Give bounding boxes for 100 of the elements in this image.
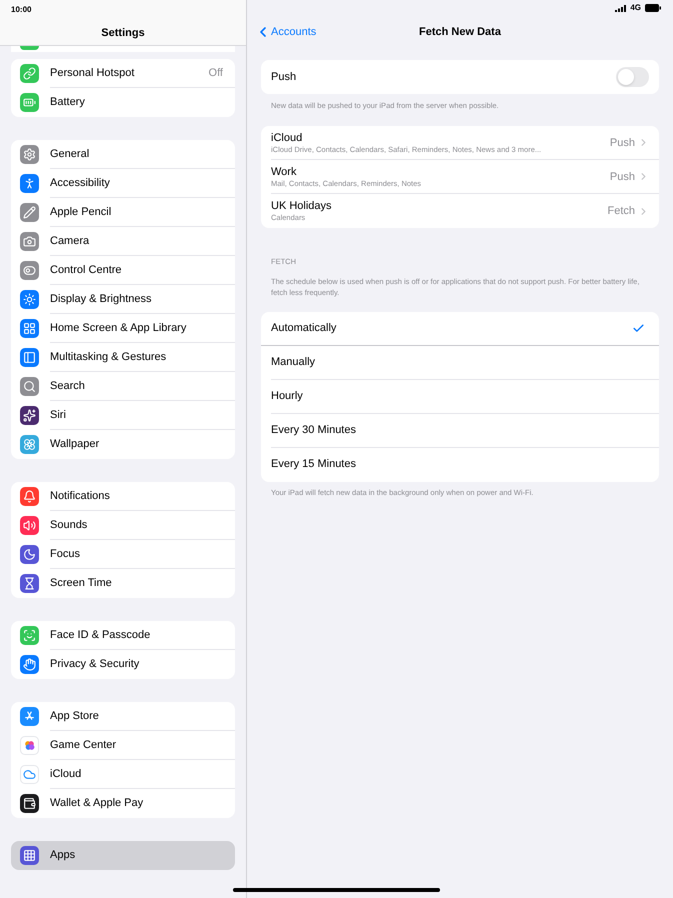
- item-label: Wallpaper: [50, 437, 100, 452]
- item-label: General: [50, 146, 90, 162]
- sidebar-item[interactable]: Control Centre: [11, 256, 235, 285]
- sidebar-item[interactable]: App Store: [11, 702, 235, 731]
- sidebar-item[interactable]: Notifications: [11, 482, 235, 511]
- sidebar-item[interactable]: Search: [11, 372, 235, 401]
- sidebar-item[interactable]: Accessibility: [11, 169, 235, 198]
- fetch-option[interactable]: Every 15 Minutes: [261, 448, 659, 482]
- grid-icon: [20, 319, 39, 338]
- sidebar-item[interactable]: Apps: [11, 841, 235, 870]
- option-label: Every 30 Minutes: [271, 422, 357, 438]
- option-label: Hourly: [271, 388, 304, 404]
- bubbles-icon: [20, 736, 39, 755]
- account-value: Push: [610, 136, 635, 150]
- battery-icon: [645, 4, 661, 12]
- item-label: Accessibility: [50, 176, 111, 191]
- item-label: Apple Pencil: [50, 204, 112, 220]
- item-label: Screen Time: [50, 576, 113, 592]
- sidebar-item[interactable]: Sounds: [11, 511, 235, 540]
- sidebar-item[interactable]: Game Center: [11, 731, 235, 760]
- face-scan-icon: [20, 626, 39, 645]
- search-icon: [20, 377, 39, 396]
- checkmark-icon: [632, 322, 645, 334]
- sidebar-item[interactable]: Apple Pencil: [11, 198, 235, 227]
- sidebar-item[interactable]: Wallet & Apple Pay: [11, 789, 235, 818]
- sidebar-item[interactable]: Screen Time: [11, 569, 235, 598]
- pencil-icon: [20, 203, 39, 222]
- sidebar-item[interactable]: Display & Brightness: [11, 285, 235, 314]
- push-toggle[interactable]: [616, 67, 649, 87]
- item-label: Privacy & Security: [50, 657, 140, 672]
- sidebar-item[interactable]: Battery: [11, 88, 235, 117]
- sidebar-item[interactable]: Home Screen & App Library: [11, 314, 235, 343]
- fetch-option[interactable]: Manually: [261, 346, 659, 380]
- item-label: Apps: [50, 848, 76, 864]
- item-label: Face ID & Passcode: [50, 628, 152, 643]
- item-label: Camera: [50, 234, 90, 249]
- speaker-icon: [20, 516, 39, 535]
- sidebar-item[interactable]: Focus: [11, 540, 235, 569]
- item-label: Focus: [50, 546, 81, 562]
- orb-icon: [20, 406, 39, 425]
- flower-icon: [20, 435, 39, 454]
- cloud-icon: [20, 765, 39, 784]
- fetch-option[interactable]: Hourly: [261, 380, 659, 414]
- page-title: Fetch New Data: [419, 24, 501, 40]
- app-store-icon: [20, 707, 39, 726]
- account-value: Fetch: [607, 204, 635, 219]
- item-label: Personal Hotspot: [50, 66, 136, 81]
- option-label: Automatically: [271, 320, 338, 336]
- fetch-option[interactable]: Every 30 Minutes: [261, 414, 659, 448]
- apps-grid-icon: [20, 846, 39, 865]
- account-value: Push: [610, 170, 635, 184]
- sidebar-item[interactable]: Personal Hotspot Off: [11, 59, 235, 88]
- item-label: Game Center: [50, 738, 118, 753]
- account-name: iCloud: [271, 130, 304, 145]
- hand-icon: [20, 655, 39, 674]
- item-label: Control Centre: [50, 262, 123, 278]
- link-icon: [20, 64, 39, 83]
- sidebar-item[interactable]: Siri: [11, 401, 235, 430]
- status-time: 10:00: [11, 4, 32, 16]
- option-label: Every 15 Minutes: [271, 457, 357, 472]
- sun-icon: [20, 290, 39, 309]
- signal-icon: [615, 4, 626, 12]
- item-label: Multitasking & Gestures: [50, 350, 168, 365]
- item-label: Search: [50, 378, 86, 394]
- account-name: UK Holidays: [271, 199, 333, 214]
- item-label: Display & Brightness: [50, 292, 152, 307]
- cut-off-icon: [20, 46, 39, 50]
- item-label: Wallet & Apple Pay: [50, 796, 144, 812]
- bell-icon: [20, 487, 39, 506]
- hourglass-icon: [20, 574, 39, 593]
- account-name: Work: [271, 164, 298, 179]
- panels-icon: [20, 348, 39, 367]
- sidebar-title: Settings: [101, 26, 145, 41]
- wallet-icon: [20, 794, 39, 813]
- sidebar-item[interactable]: Privacy & Security: [11, 650, 235, 679]
- sidebar-item[interactable]: General: [11, 140, 235, 169]
- sidebar-item[interactable]: Wallpaper: [11, 430, 235, 459]
- sidebar-item[interactable]: Multitasking & Gestures: [11, 343, 235, 372]
- person-icon: [20, 174, 39, 193]
- network-label: 4G: [630, 2, 641, 14]
- settings-icon: [20, 145, 39, 164]
- item-label: Siri: [50, 408, 67, 423]
- back-button[interactable]: Accounts: [255, 24, 316, 40]
- moon-icon: [20, 545, 39, 564]
- option-label: Manually: [271, 354, 316, 370]
- item-label: Battery: [50, 95, 86, 110]
- push-label: Push: [271, 70, 298, 85]
- item-label: Notifications: [50, 488, 111, 504]
- item-label: Home Screen & App Library: [50, 320, 188, 336]
- item-label: iCloud: [50, 766, 82, 782]
- sidebar-item[interactable]: iCloud: [11, 760, 235, 789]
- item-label: App Store: [50, 708, 100, 724]
- camera-icon: [20, 232, 39, 251]
- battery-icon: [20, 93, 39, 112]
- fetch-option[interactable]: Automatically: [261, 312, 659, 346]
- item-label: Sounds: [50, 518, 88, 533]
- item-value: Off: [208, 66, 223, 81]
- toggles-icon: [20, 261, 39, 280]
- sidebar-item[interactable]: Camera: [11, 227, 235, 256]
- sidebar-item[interactable]: Face ID & Passcode: [11, 621, 235, 650]
